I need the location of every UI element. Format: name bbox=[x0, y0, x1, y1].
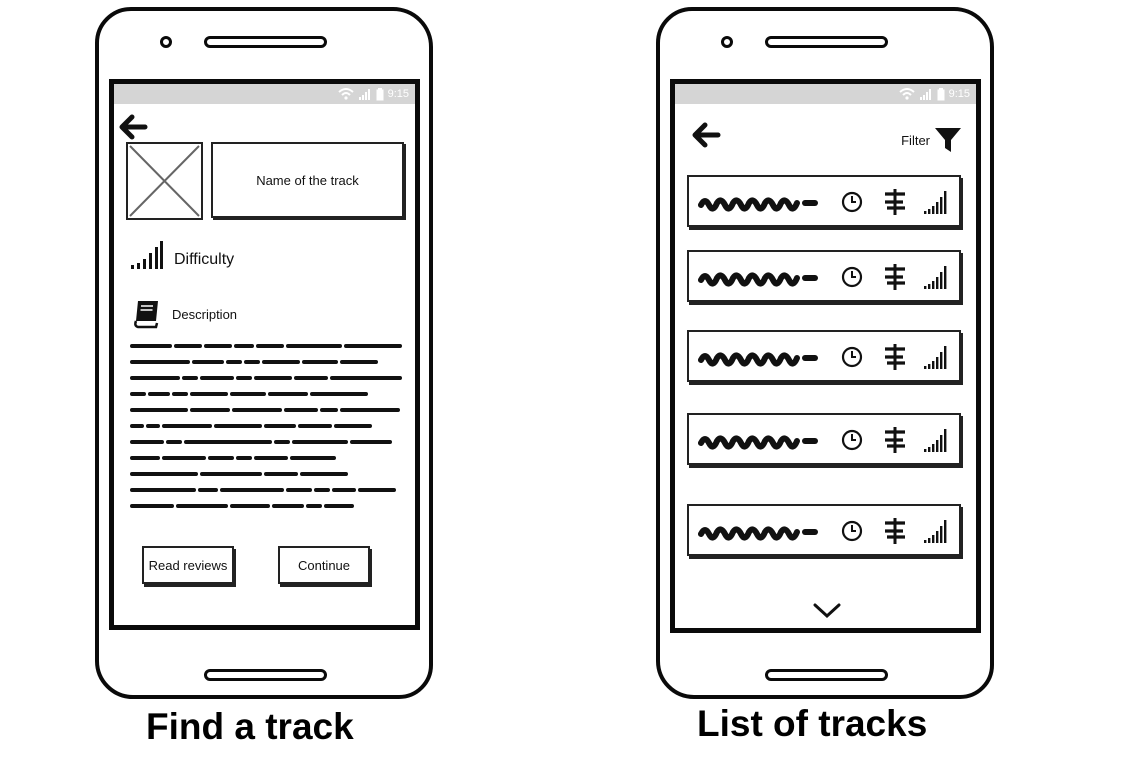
status-time: 9:15 bbox=[387, 88, 409, 100]
difficulty-label: Difficulty bbox=[174, 251, 235, 268]
track-title-scribble bbox=[698, 435, 818, 450]
track-title-scribble bbox=[698, 197, 818, 212]
continue-button[interactable]: Continue bbox=[278, 546, 370, 584]
track-card[interactable] bbox=[687, 504, 961, 556]
difficulty-row: Difficulty bbox=[130, 240, 234, 270]
signal-bars-icon bbox=[924, 429, 947, 452]
description-label: Description bbox=[172, 306, 238, 322]
signal-bars-icon bbox=[924, 191, 947, 214]
track-card-content bbox=[697, 262, 951, 292]
status-time: 9:15 bbox=[948, 88, 970, 100]
signpost-icon bbox=[885, 264, 905, 290]
track-title-scribble bbox=[698, 272, 818, 287]
signpost-icon bbox=[885, 427, 905, 453]
track-card[interactable] bbox=[687, 175, 961, 227]
track-card[interactable] bbox=[687, 330, 961, 382]
cell-signal-icon bbox=[919, 89, 931, 100]
track-card-content bbox=[697, 187, 951, 217]
phone-find-track: 9:15 Name of the track Difficulty Descri… bbox=[95, 7, 433, 699]
track-card-content bbox=[697, 425, 951, 455]
track-name-box: Name of the track bbox=[211, 142, 404, 218]
book-icon bbox=[134, 301, 159, 329]
battery-icon bbox=[937, 87, 945, 100]
clock-icon bbox=[841, 520, 863, 542]
wifi-icon bbox=[898, 88, 915, 100]
track-card[interactable] bbox=[687, 250, 961, 302]
track-name-label: Name of the track bbox=[256, 172, 359, 188]
filter-button[interactable]: Filter bbox=[901, 126, 962, 154]
caption-list-tracks: List of tracks bbox=[697, 703, 928, 744]
funnel-icon bbox=[935, 128, 961, 152]
camera-icon bbox=[160, 36, 172, 48]
signal-bars-icon bbox=[924, 266, 947, 289]
cell-signal-icon bbox=[358, 89, 370, 100]
description-text-scribble bbox=[130, 344, 402, 508]
clock-icon bbox=[841, 266, 863, 288]
arrow-left-icon[interactable] bbox=[118, 114, 148, 140]
description-row: Description bbox=[132, 299, 237, 329]
speaker-grille bbox=[765, 36, 888, 48]
track-card-content bbox=[697, 342, 951, 372]
image-placeholder-icon bbox=[126, 142, 203, 220]
status-bar: 9:15 bbox=[114, 84, 415, 104]
signal-bars-icon bbox=[924, 346, 947, 369]
track-card-content bbox=[697, 516, 951, 546]
speaker-grille bbox=[204, 36, 327, 48]
battery-icon bbox=[376, 87, 384, 100]
signpost-icon bbox=[885, 344, 905, 370]
chevron-down-icon[interactable] bbox=[813, 602, 841, 620]
filter-label: Filter bbox=[901, 132, 930, 148]
clock-icon bbox=[841, 346, 863, 368]
signpost-icon bbox=[885, 518, 905, 544]
read-reviews-button[interactable]: Read reviews bbox=[142, 546, 234, 584]
signpost-icon bbox=[885, 189, 905, 215]
screen-find-track: 9:15 Name of the track Difficulty Descri… bbox=[109, 79, 420, 630]
phone-list-tracks: 9:15 Filter bbox=[656, 7, 994, 699]
track-card[interactable] bbox=[687, 413, 961, 465]
wifi-icon bbox=[337, 88, 354, 100]
screen-list-tracks: 9:15 Filter bbox=[670, 79, 981, 633]
signal-bars-icon bbox=[924, 520, 947, 543]
track-title-scribble bbox=[698, 352, 818, 367]
home-button[interactable] bbox=[765, 669, 888, 681]
home-button[interactable] bbox=[204, 669, 327, 681]
camera-icon bbox=[721, 36, 733, 48]
clock-icon bbox=[841, 429, 863, 451]
caption-find-track: Find a track bbox=[146, 706, 354, 747]
arrow-left-icon[interactable] bbox=[691, 122, 721, 148]
signal-bars-icon bbox=[131, 241, 163, 269]
clock-icon bbox=[841, 191, 863, 213]
track-title-scribble bbox=[698, 526, 818, 541]
status-bar: 9:15 bbox=[675, 84, 976, 104]
